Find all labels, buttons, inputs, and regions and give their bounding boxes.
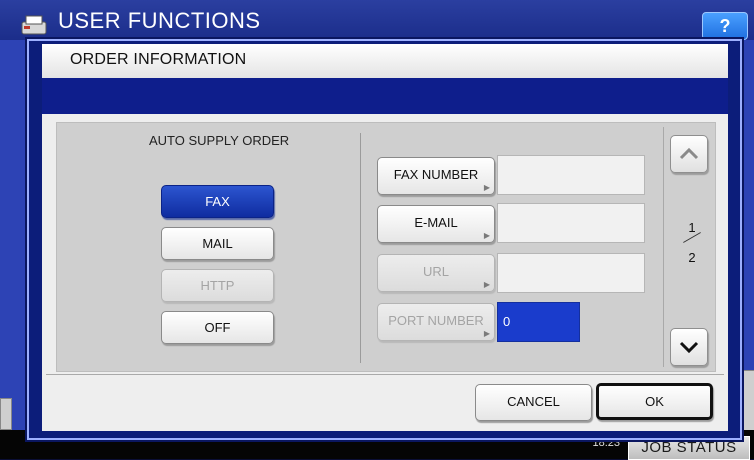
- fax-number-button[interactable]: FAX NUMBER ▶: [377, 157, 495, 195]
- page-total: 2: [688, 250, 696, 265]
- app-title: USER FUNCTIONS: [58, 8, 261, 33]
- dialog-titlebar: ORDER INFORMATION: [42, 44, 728, 78]
- port-number-field[interactable]: 0: [497, 302, 580, 342]
- email-button[interactable]: E-MAIL ▶: [377, 205, 495, 243]
- right-edge-panel: [740, 370, 754, 432]
- arrow-corner-icon: ▶: [483, 183, 490, 192]
- auto-supply-order-label: AUTO SUPPLY ORDER: [149, 133, 290, 148]
- arrow-corner-icon: ▶: [483, 329, 490, 338]
- method-off-button[interactable]: OFF: [161, 311, 274, 344]
- chevron-up-icon: [679, 147, 699, 160]
- fax-number-field[interactable]: [497, 155, 645, 195]
- dialog-content: AUTO SUPPLY ORDER FAX MAIL HTTP OFF FAX …: [42, 114, 728, 431]
- url-button[interactable]: URL ▶: [377, 254, 495, 292]
- url-field[interactable]: [497, 253, 645, 293]
- chevron-down-icon: [679, 341, 699, 354]
- url-label: URL: [422, 264, 449, 279]
- fax-number-label: FAX NUMBER: [393, 167, 479, 182]
- method-http-button[interactable]: HTTP: [161, 269, 274, 302]
- port-number-label: PORT NUMBER: [388, 313, 484, 328]
- email-label: E-MAIL: [414, 215, 458, 230]
- scroll-up-button[interactable]: [670, 135, 708, 173]
- panel-divider: [360, 133, 361, 363]
- cancel-button[interactable]: CANCEL: [475, 384, 592, 421]
- dialog-band: [42, 78, 728, 114]
- dialog-title: ORDER INFORMATION: [70, 51, 247, 68]
- footer-divider: [46, 374, 724, 375]
- method-mail-button[interactable]: MAIL: [161, 227, 274, 260]
- arrow-corner-icon: ▶: [483, 280, 490, 289]
- settings-panel: AUTO SUPPLY ORDER FAX MAIL HTTP OFF FAX …: [56, 122, 716, 372]
- ok-button[interactable]: OK: [596, 383, 713, 420]
- email-field[interactable]: [497, 203, 645, 243]
- help-button[interactable]: ?: [702, 12, 748, 40]
- left-edge-panel: [0, 398, 12, 430]
- order-information-dialog: ORDER INFORMATION AUTO SUPPLY ORDER FAX …: [27, 39, 742, 440]
- scroll-divider: [663, 127, 664, 367]
- printer-logo-icon: [21, 15, 47, 35]
- method-fax-button[interactable]: FAX: [161, 185, 274, 218]
- page-current: 1: [688, 220, 696, 235]
- port-number-button[interactable]: PORT NUMBER ▶: [377, 303, 495, 341]
- arrow-corner-icon: ▶: [483, 231, 490, 240]
- scroll-down-button[interactable]: [670, 328, 708, 366]
